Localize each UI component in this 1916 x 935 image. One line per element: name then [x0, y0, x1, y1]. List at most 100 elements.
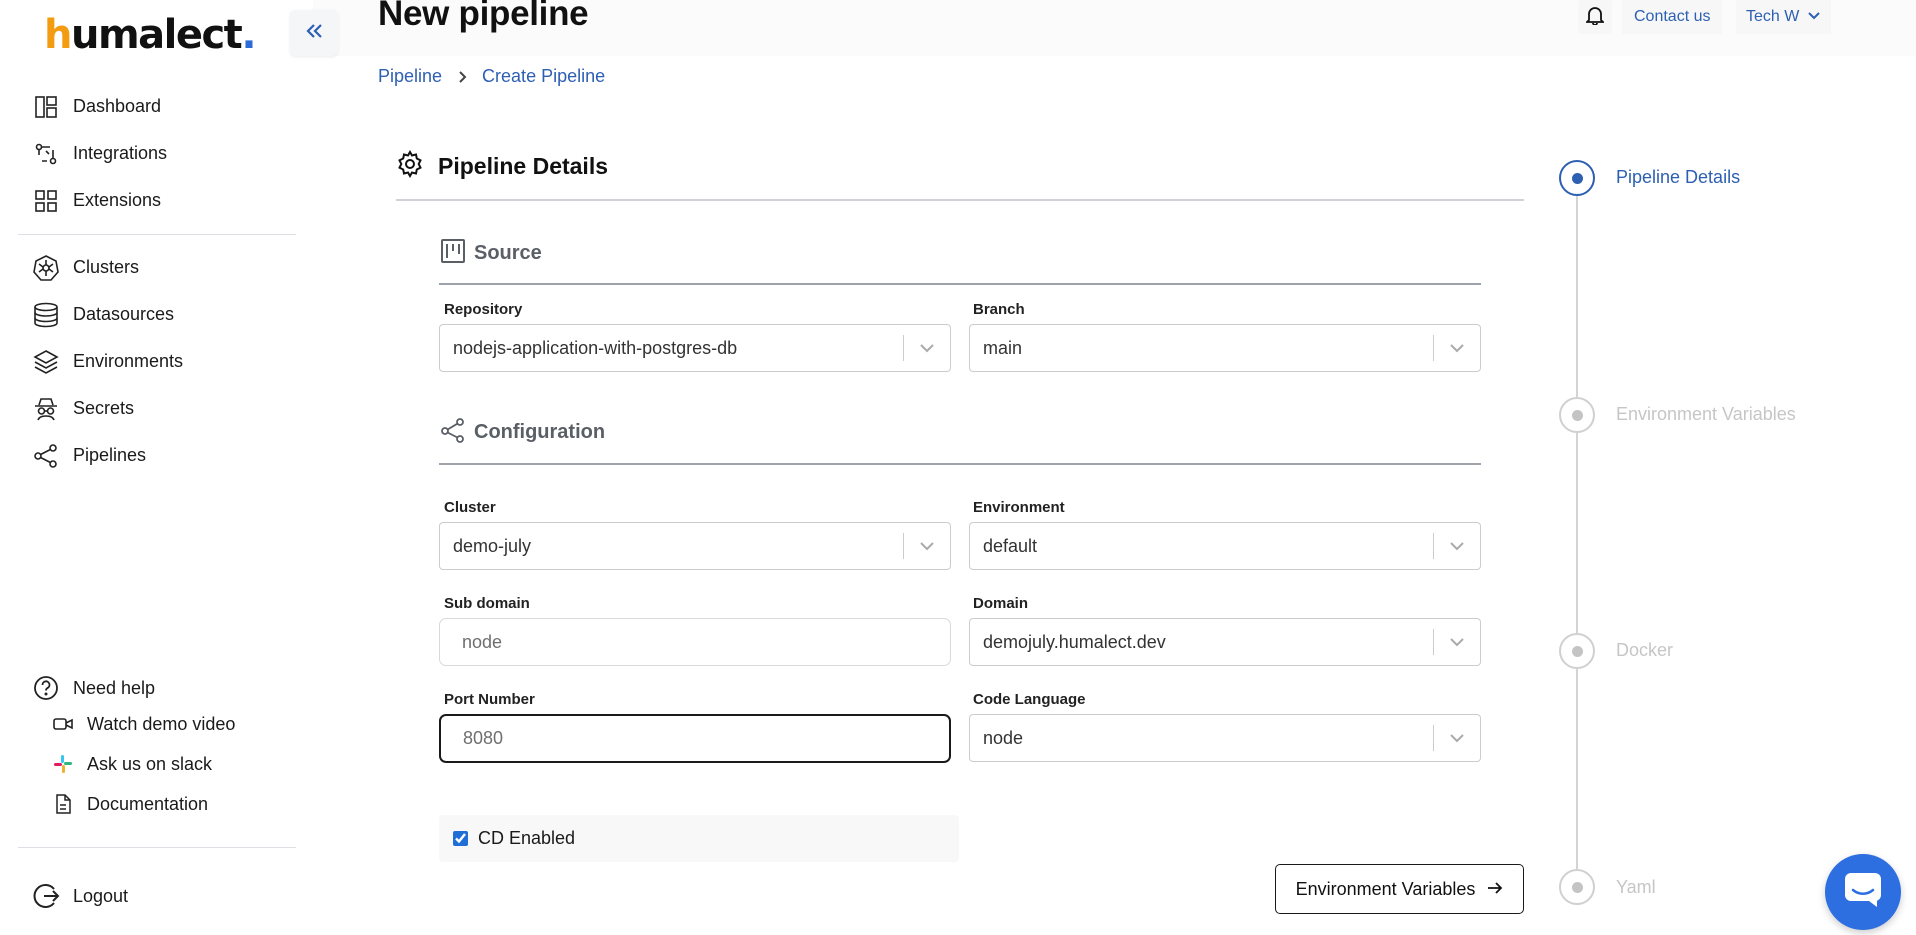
sidebar-item-label: Pipelines: [73, 445, 147, 465]
chat-bubble-icon: [1843, 871, 1883, 914]
branch-select[interactable]: main: [969, 324, 1481, 372]
cd-enabled-checkbox[interactable]: [453, 831, 468, 846]
code-language-select[interactable]: node: [969, 714, 1481, 762]
sidebar: h umalect. Dashboard Integrations Extensi…: [0, 0, 313, 935]
slack-label: Ask us on slack: [87, 753, 213, 774]
database-icon: [32, 301, 60, 329]
slack-link[interactable]: Ask us on slack: [32, 744, 302, 784]
double-chevron-left-icon: [305, 23, 323, 44]
layers-icon: [32, 348, 60, 376]
section-title: Pipeline Details: [438, 153, 609, 179]
documentation-link[interactable]: Documentation: [32, 784, 302, 824]
chevron-down-icon[interactable]: [1434, 733, 1480, 743]
sidebar-item-environments[interactable]: Environments: [0, 338, 313, 385]
subdomain-label: Sub domain: [444, 595, 530, 612]
domain-select[interactable]: demojuly.humalect.dev: [969, 618, 1481, 666]
cluster-label: Cluster: [444, 499, 496, 516]
humalect-logo[interactable]: h umalect.: [44, 12, 256, 58]
gear-icon: [396, 149, 424, 183]
chevron-down-icon[interactable]: [1434, 637, 1480, 647]
step-pipeline-details-dot[interactable]: [1559, 160, 1595, 196]
breadcrumb-create-pipeline[interactable]: Create Pipeline: [482, 66, 605, 87]
port-number-input[interactable]: [439, 714, 951, 763]
help-section: Need help Watch demo video Ask us on sla…: [32, 672, 302, 824]
user-menu[interactable]: Tech W: [1736, 0, 1832, 34]
section-divider: [396, 199, 1524, 201]
code-language-label: Code Language: [973, 691, 1086, 708]
sidebar-item-dashboard[interactable]: Dashboard: [0, 83, 313, 130]
sidebar-item-datasources[interactable]: Datasources: [0, 291, 313, 338]
share-nodes-icon: [32, 442, 60, 470]
clusters-icon: [32, 254, 60, 282]
configuration-heading: Configuration: [440, 417, 605, 448]
port-number-label: Port Number: [444, 691, 535, 708]
contact-us-link[interactable]: Contact us: [1622, 0, 1723, 34]
logo-letter-h: h: [44, 12, 72, 58]
cd-enabled-row: CD Enabled: [439, 815, 959, 862]
repository-select[interactable]: nodejs-application-with-postgres-db: [439, 324, 951, 372]
sidebar-divider: [18, 847, 296, 848]
documentation-label: Documentation: [87, 793, 209, 814]
watch-demo-link[interactable]: Watch demo video: [32, 704, 302, 744]
share-nodes-icon: [440, 417, 466, 448]
environment-select[interactable]: default: [969, 522, 1481, 570]
dashboard-icon: [32, 93, 60, 121]
subdomain-input[interactable]: [439, 618, 951, 666]
sidebar-item-label: Secrets: [73, 398, 135, 418]
kanban-board-icon: [440, 238, 466, 269]
user-name: Tech W: [1746, 8, 1800, 25]
chevron-down-icon[interactable]: [1434, 541, 1480, 551]
step-environment-variables-label[interactable]: Environment Variables: [1616, 404, 1796, 425]
logout-label: Logout: [73, 885, 129, 906]
chevron-down-icon: [1799, 8, 1821, 26]
sidebar-item-integrations[interactable]: Integrations: [0, 130, 313, 177]
environment-value: default: [983, 535, 1038, 556]
logout-button[interactable]: Logout: [32, 882, 128, 910]
branch-label: Branch: [973, 301, 1025, 318]
sidebar-item-clusters[interactable]: Clusters: [0, 244, 313, 291]
extensions-icon: [32, 187, 60, 215]
code-language-value: node: [983, 727, 1024, 748]
repository-label: Repository: [444, 301, 523, 318]
step-docker-dot[interactable]: [1559, 633, 1595, 669]
source-divider: [439, 283, 1481, 285]
breadcrumb-pipeline[interactable]: Pipeline: [378, 66, 442, 87]
need-help-label: Need help: [73, 677, 156, 698]
repository-value: nodejs-application-with-postgres-db: [453, 337, 738, 358]
step-pipeline-details-label[interactable]: Pipeline Details: [1616, 167, 1740, 188]
sidebar-item-extensions[interactable]: Extensions: [0, 177, 313, 224]
chevron-down-icon[interactable]: [1434, 343, 1480, 353]
cluster-value: demo-july: [453, 535, 532, 556]
sidebar-item-pipelines[interactable]: Pipelines: [0, 432, 313, 479]
page-title: New pipeline: [378, 0, 589, 33]
environment-label: Environment: [973, 499, 1065, 516]
chevron-down-icon[interactable]: [904, 343, 950, 353]
step-yaml-label[interactable]: Yaml: [1616, 877, 1656, 898]
environment-variables-button[interactable]: Environment Variables: [1275, 864, 1524, 914]
cluster-select[interactable]: demo-july: [439, 522, 951, 570]
step-environment-variables-dot[interactable]: [1559, 397, 1595, 433]
document-icon: [52, 793, 74, 815]
source-title: Source: [474, 242, 542, 264]
logo-text: umalect: [70, 12, 243, 58]
source-heading: Source: [440, 238, 542, 269]
collapse-sidebar-button[interactable]: [290, 10, 338, 56]
step-yaml-dot[interactable]: [1559, 869, 1595, 905]
chevron-down-icon[interactable]: [904, 541, 950, 551]
sidebar-item-label: Environments: [73, 351, 184, 371]
next-button-label: Environment Variables: [1295, 878, 1476, 899]
slack-icon: [52, 753, 74, 775]
stepper-connector: [1576, 433, 1578, 633]
breadcrumb: Pipeline Create Pipeline: [378, 66, 605, 87]
stepper-connector: [1576, 669, 1578, 869]
notifications-button[interactable]: [1578, 0, 1612, 34]
sidebar-item-secrets[interactable]: Secrets: [0, 385, 313, 432]
nav-secondary: Clusters Datasources Environments Secret…: [0, 244, 313, 479]
logout-icon: [32, 882, 60, 910]
step-docker-label[interactable]: Docker: [1616, 640, 1673, 661]
configuration-divider: [439, 463, 1481, 465]
sidebar-item-label: Dashboard: [73, 96, 162, 116]
chat-widget-button[interactable]: [1825, 854, 1901, 930]
watch-demo-label: Watch demo video: [87, 713, 236, 734]
arrow-right-icon: [1475, 879, 1503, 900]
